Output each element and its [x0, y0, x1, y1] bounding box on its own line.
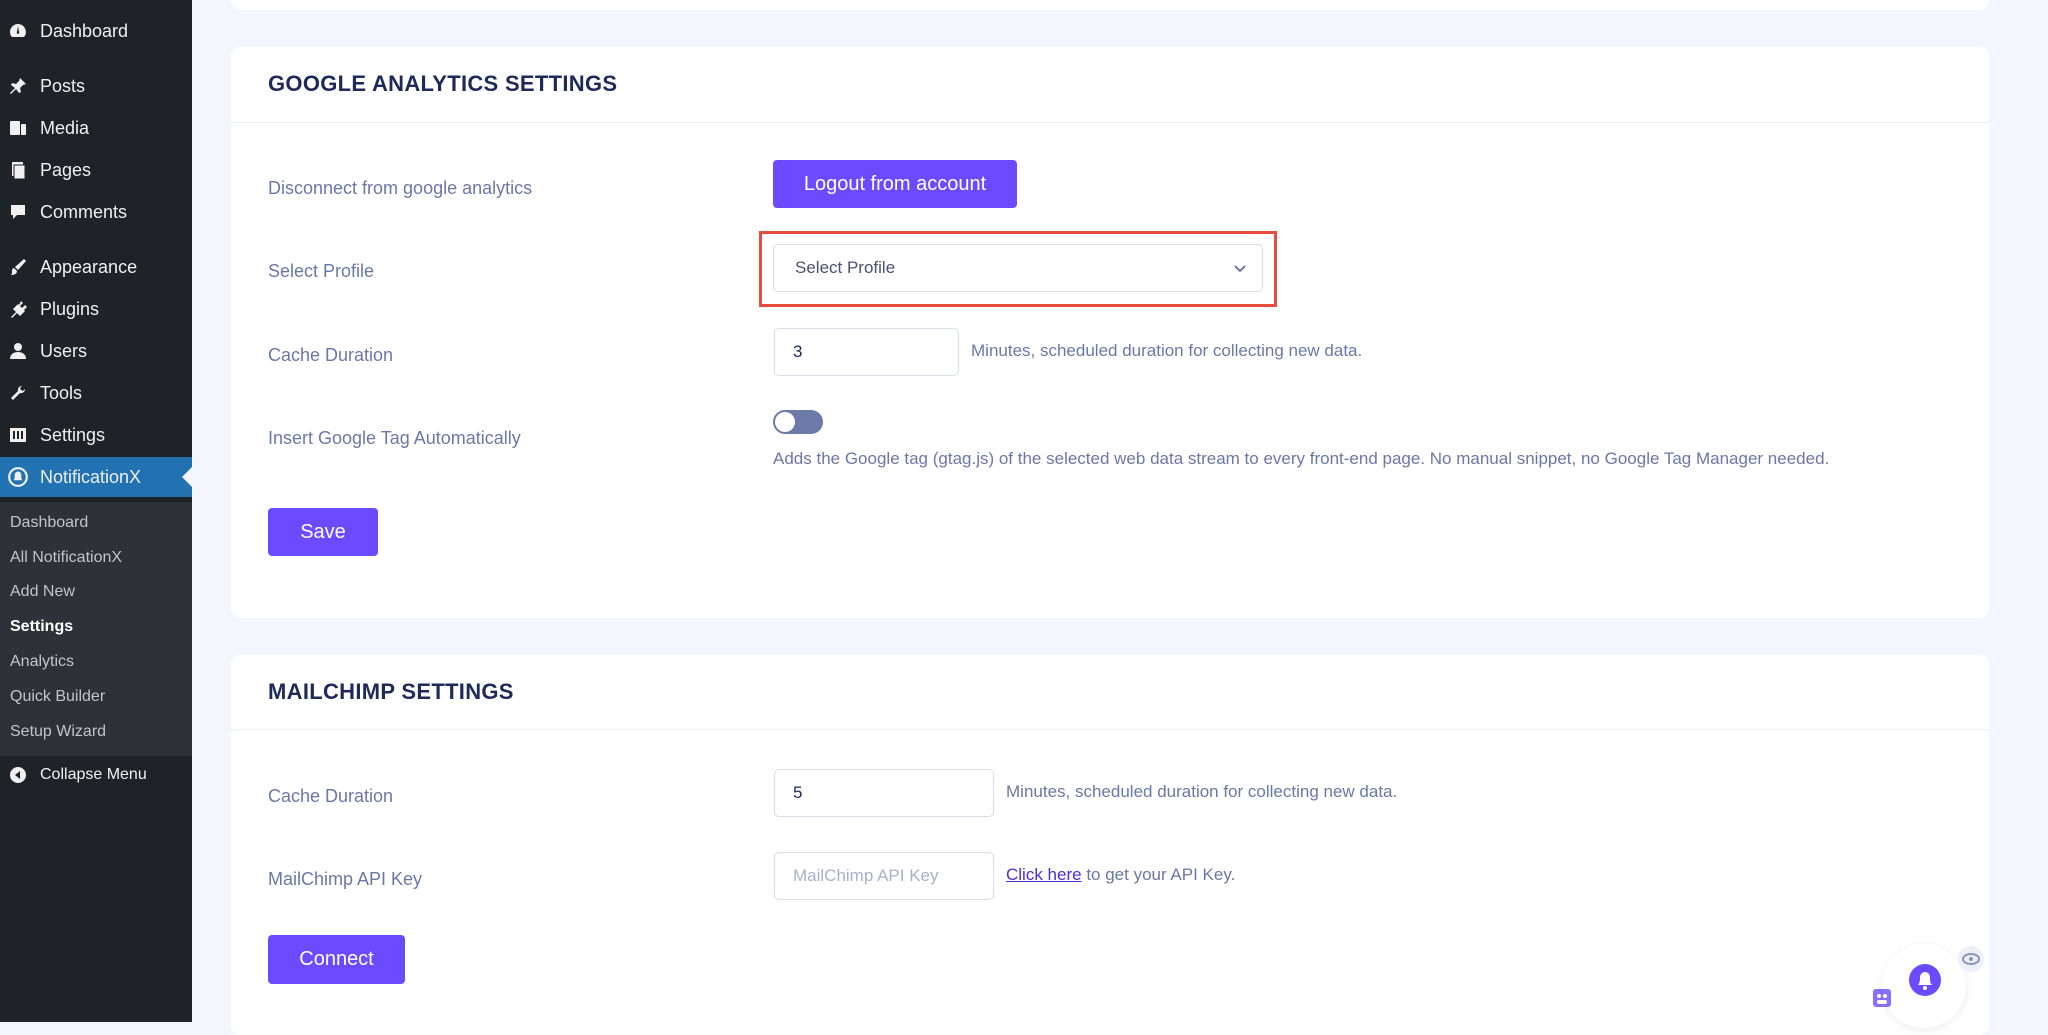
- submenu-all-notificationx[interactable]: All NotificationX: [10, 545, 122, 571]
- menu-media[interactable]: Media: [0, 108, 192, 148]
- menu-label: NotificationX: [40, 466, 142, 487]
- submenu-dashboard[interactable]: Dashboard: [10, 510, 88, 536]
- menu-label: Tools: [40, 382, 83, 403]
- mc-api-help-text: to get your API Key.: [1081, 865, 1236, 884]
- save-button[interactable]: Save: [268, 508, 378, 556]
- pin-icon: [6, 74, 30, 98]
- settings-icon: [6, 423, 30, 447]
- mc-api-key-input[interactable]: MailChimp API Key: [774, 852, 994, 900]
- collapse-menu-button[interactable]: Collapse Menu: [0, 755, 192, 795]
- menu-label: Settings: [40, 424, 106, 445]
- submenu-settings[interactable]: Settings: [10, 614, 73, 640]
- card-divider: [231, 122, 1989, 123]
- insert-tag-help: Adds the Google tag (gtag.js) of the sel…: [773, 449, 1830, 468]
- card-divider: [231, 729, 1989, 730]
- dashboard-icon: [6, 19, 30, 43]
- logout-button[interactable]: Logout from account: [773, 160, 1017, 208]
- select-profile-label: Select Profile: [268, 261, 375, 281]
- menu-appearance[interactable]: Appearance: [0, 247, 192, 287]
- ga-cache-duration-label: Cache Duration: [268, 345, 394, 365]
- menu-pages[interactable]: Pages: [0, 150, 192, 190]
- menu-label: Pages: [40, 159, 92, 180]
- menu-tools[interactable]: Tools: [0, 373, 192, 413]
- user-icon: [6, 339, 30, 363]
- menu-settings[interactable]: Settings: [0, 415, 192, 455]
- toggle-knob: [775, 412, 795, 432]
- team-icon[interactable]: [1872, 988, 1892, 1008]
- mc-api-key-label: MailChimp API Key: [268, 869, 423, 889]
- ga-cache-duration-input[interactable]: 3: [774, 328, 959, 376]
- disconnect-label: Disconnect from google analytics: [268, 178, 533, 198]
- menu-dashboard[interactable]: Dashboard: [0, 11, 192, 51]
- notificationx-floating-widget[interactable]: [1882, 944, 1966, 1028]
- menu-posts[interactable]: Posts: [0, 66, 192, 106]
- mailchimp-title: MAILCHIMP SETTINGS: [268, 679, 514, 704]
- bell-icon: [1907, 962, 1943, 1003]
- menu-label: Comments: [40, 201, 128, 222]
- menu-label: Plugins: [40, 298, 100, 319]
- mc-cache-help: Minutes, scheduled duration for collecti…: [1006, 782, 1398, 801]
- admin-sidebar: Dashboard Posts Media Pages Comments App…: [0, 0, 192, 1022]
- google-analytics-card: GOOGLE ANALYTICS SETTINGS Disconnect fro…: [231, 47, 1989, 618]
- google-analytics-title: GOOGLE ANALYTICS SETTINGS: [268, 71, 618, 96]
- connect-button[interactable]: Connect: [268, 935, 405, 984]
- menu-notificationx[interactable]: NotificationX: [0, 457, 192, 497]
- previous-settings-card: [231, 0, 1989, 10]
- submenu-add-new[interactable]: Add New: [10, 579, 75, 605]
- menu-plugins[interactable]: Plugins: [0, 289, 192, 329]
- insert-tag-label: Insert Google Tag Automatically: [268, 428, 521, 448]
- comment-icon: [6, 200, 30, 224]
- submenu-analytics[interactable]: Analytics: [10, 649, 74, 675]
- wrench-icon: [6, 381, 30, 405]
- ga-cache-help: Minutes, scheduled duration for collecti…: [971, 341, 1363, 360]
- collapse-icon: [6, 763, 30, 787]
- pages-icon: [6, 158, 30, 182]
- collapse-label: Collapse Menu: [40, 766, 147, 783]
- plugin-icon: [6, 297, 30, 321]
- active-arrow: [182, 467, 192, 487]
- eye-icon[interactable]: [1958, 946, 1984, 972]
- menu-label: Dashboard: [40, 20, 129, 41]
- menu-label: Appearance: [40, 256, 138, 277]
- brush-icon: [6, 255, 30, 279]
- mailchimp-card: MAILCHIMP SETTINGS Cache Duration 5 Minu…: [231, 655, 1989, 1035]
- submenu-quick-builder[interactable]: Quick Builder: [10, 684, 105, 710]
- media-icon: [6, 116, 30, 140]
- chevron-down-icon: [1232, 260, 1248, 281]
- insert-tag-toggle[interactable]: [773, 410, 823, 434]
- mc-api-help: Click here to get your API Key.: [1006, 865, 1235, 885]
- select-profile-value: Select Profile: [795, 258, 896, 277]
- menu-comments[interactable]: Comments: [0, 192, 192, 232]
- notificationx-icon: [6, 465, 30, 489]
- menu-label: Users: [40, 340, 88, 361]
- mc-cache-duration-label: Cache Duration: [268, 786, 394, 806]
- click-here-link[interactable]: Click here: [1006, 865, 1082, 884]
- menu-label: Media: [40, 117, 90, 138]
- submenu-setup-wizard[interactable]: Setup Wizard: [10, 719, 106, 745]
- mc-cache-duration-input[interactable]: 5: [774, 769, 994, 817]
- menu-users[interactable]: Users: [0, 331, 192, 371]
- notificationx-submenu: Dashboard All NotificationX Add New Sett…: [0, 502, 192, 756]
- menu-label: Posts: [40, 75, 86, 96]
- select-profile-dropdown[interactable]: Select Profile: [773, 244, 1263, 292]
